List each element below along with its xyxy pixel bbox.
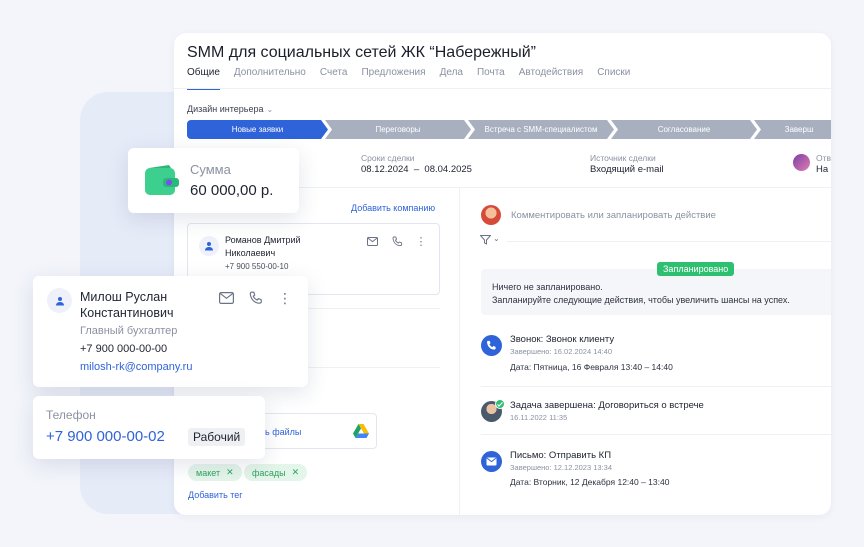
responsible-value: На [816, 164, 829, 175]
deal-title: SMM для социальных сетей ЖК “Набережный” [187, 44, 537, 61]
terms-start: 08.12.2024 [361, 164, 409, 175]
deal-tabs: Общие Дополнительно Счета Предложения Де… [187, 67, 644, 90]
tab-tasks[interactable]: Дела [440, 67, 463, 90]
stage-complete[interactable]: Заверш [754, 120, 831, 139]
contact-name-line1: Милош Руслан [80, 290, 168, 304]
more-icon[interactable]: ⋮ [278, 290, 292, 306]
google-drive-icon [353, 424, 369, 443]
mail-icon[interactable] [365, 235, 379, 247]
add-tag-link[interactable]: Добавить тег [188, 490, 243, 500]
contact-phone[interactable]: +7 900 000-00-00 [80, 343, 167, 355]
activity-detail: Дата: Пятница, 16 Февраля 13:40 – 14:40 [510, 362, 673, 372]
activity-divider [481, 434, 831, 435]
source-label: Источник сделки [590, 153, 656, 163]
comment-divider [507, 241, 831, 242]
phone-icon [481, 335, 502, 356]
activity-title: Звонок: Звонок клиенту [510, 334, 615, 345]
contact-phone: +7 900 550-00-10 [225, 262, 289, 271]
terms-value: 08.12.2024 – 08.04.2025 [361, 164, 472, 175]
pipeline-selector[interactable]: Дизайн интерьера ⌄ [187, 104, 273, 114]
sum-label: Сумма [190, 162, 231, 177]
activity-detail: Дата: Вторник, 12 Декабря 12:40 – 13:40 [510, 477, 670, 487]
comment-input[interactable]: Комментировать или запланировать действи… [511, 210, 716, 221]
deal-window: SMM для социальных сетей ЖК “Набережный”… [174, 33, 831, 515]
pipeline-stages: Новые заявки Переговоры Встреча с SMM-сп… [187, 120, 831, 139]
phone-type-badge: Рабочий [188, 428, 246, 446]
filter-icon[interactable] [479, 235, 492, 247]
planned-line1: Ничего не запланировано. [492, 282, 603, 292]
planned-line2: Запланируйте следующие действия, чтобы у… [492, 295, 790, 305]
stage-approval[interactable]: Согласование [611, 120, 757, 139]
tag-fasady[interactable]: фасады ✕ [244, 464, 308, 481]
close-icon[interactable]: ✕ [292, 467, 300, 478]
tab-additional[interactable]: Дополнительно [234, 67, 306, 90]
contact-name-line2: Николаевич [225, 248, 276, 258]
planned-badge: Запланировано [657, 262, 735, 276]
mail-icon [481, 451, 502, 472]
stage-negotiations[interactable]: Переговоры [325, 120, 471, 139]
sum-card: Сумма 60 000,00 р. [128, 148, 299, 213]
more-icon[interactable]: ⋮ [416, 235, 427, 248]
activity-sub: 16.11.2022 11:35 [510, 413, 568, 422]
close-icon[interactable]: ✕ [226, 467, 234, 478]
terms-end: 08.04.2025 [424, 164, 472, 175]
phone-label: Телефон [46, 408, 96, 422]
column-divider [459, 187, 460, 515]
pipeline-name: Дизайн интерьера [187, 104, 264, 114]
tab-mail[interactable]: Почта [477, 67, 505, 90]
activity-divider [481, 386, 831, 387]
tag-label: фасады [252, 467, 286, 478]
sum-value: 60 000,00 р. [190, 182, 274, 199]
mail-icon[interactable] [218, 291, 235, 305]
tab-offers[interactable]: Предложения [361, 67, 425, 90]
tag-maket[interactable]: макет ✕ [188, 464, 242, 481]
stage-new-requests[interactable]: Новые заявки [187, 120, 328, 139]
terms-dash: – [413, 164, 420, 175]
responsible-label: Отв [816, 153, 831, 163]
phone-icon[interactable] [390, 235, 404, 247]
contact-email[interactable]: milosh-rk@company.ru [80, 361, 192, 373]
phone-icon[interactable] [248, 290, 264, 306]
chevron-down-icon: ⌄ [266, 105, 274, 114]
tag-label: макет [196, 467, 221, 478]
add-company-link[interactable]: Добавить компанию [351, 203, 435, 213]
contact-name-line2: Константинович [80, 306, 174, 320]
tab-automation[interactable]: Автодействия [519, 67, 583, 90]
phone-value[interactable]: +7 900 000-00-02 [46, 428, 165, 445]
tabs-divider [174, 88, 831, 89]
user-avatar [481, 205, 501, 225]
source-value: Входящий e-mail [590, 164, 664, 175]
terms-label: Сроки сделки [361, 153, 415, 163]
check-icon [495, 399, 505, 409]
activity-sub: Завершено: 12.12.2023 13:34 [510, 463, 613, 472]
phone-card: Телефон +7 900 000-00-02 Рабочий [33, 396, 265, 459]
responsible-avatar [793, 154, 810, 171]
person-icon [47, 288, 72, 313]
contact-name-line1: Романов Дмитрий [225, 235, 301, 245]
activity-title: Задача завершена: Договориться о встрече [510, 400, 704, 411]
tab-lists[interactable]: Списки [597, 67, 630, 90]
stage-smm-meeting[interactable]: Встреча с SMM-специалистом [468, 120, 614, 139]
contact-card-milosh: Милош Руслан Константинович Главный бухг… [33, 276, 308, 387]
contact-role: Главный бухгалтер [80, 325, 178, 337]
tab-invoices[interactable]: Счета [320, 67, 348, 90]
person-icon [199, 236, 219, 256]
activity-sub: Завершено: 16.02.2024 14:40 [510, 347, 613, 356]
wallet-icon [145, 165, 179, 196]
chevron-down-icon[interactable]: ⌄ [493, 234, 500, 243]
activity-title: Письмо: Отправить КП [510, 450, 612, 461]
planned-box: Ничего не запланировано. Запланируйте сл… [481, 269, 831, 315]
tab-general[interactable]: Общие [187, 67, 220, 90]
files-label: ь файлы [265, 427, 302, 437]
